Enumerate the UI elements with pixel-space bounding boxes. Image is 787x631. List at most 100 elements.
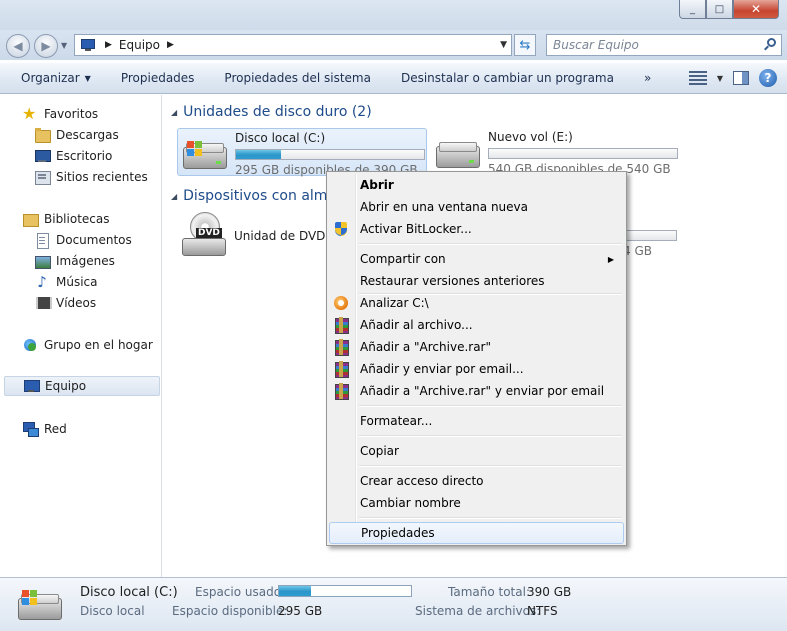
system-properties-button[interactable]: Propiedades del sistema xyxy=(209,62,386,94)
command-bar: Organizar ▼ Propiedades Propiedades del s… xyxy=(0,62,787,94)
drive-usage-bar xyxy=(235,149,425,160)
organize-button[interactable]: Organizar ▼ xyxy=(0,62,106,94)
menu-item-add-rar-and-email[interactable]: Añadir a "Archive.rar" y enviar por emai… xyxy=(329,380,624,402)
menu-item-properties[interactable]: Propiedades xyxy=(329,522,624,544)
close-button[interactable]: ✕ xyxy=(733,0,779,19)
uninstall-program-button[interactable]: Desinstalar o cambiar un programa xyxy=(386,62,629,94)
sidebar-item-recent[interactable]: Sitios recientes xyxy=(34,167,148,187)
breadcrumb-arrow-icon[interactable]: ▶ xyxy=(167,40,174,50)
preview-pane-icon[interactable] xyxy=(733,71,749,85)
menu-item-scan[interactable]: Analizar C:\ xyxy=(329,292,624,314)
sidebar-item-videos[interactable]: Vídeos xyxy=(34,293,96,313)
shield-icon xyxy=(333,221,349,237)
menu-item-label: Abrir en una ventana nueva xyxy=(360,200,528,214)
collapse-triangle-icon[interactable]: ◢ xyxy=(171,192,177,201)
hard-drive-icon xyxy=(183,141,227,171)
winrar-icon xyxy=(333,361,349,378)
menu-item-label: Compartir con xyxy=(360,252,446,266)
homegroup-icon xyxy=(22,337,38,353)
menu-item-bitlocker[interactable]: Activar BitLocker... xyxy=(329,218,624,240)
menu-item-label: Analizar C:\ xyxy=(360,296,429,310)
refresh-icon: ⇆ xyxy=(519,37,531,53)
search-box[interactable] xyxy=(546,34,782,56)
sidebar-item-libraries[interactable]: Bibliotecas xyxy=(22,209,109,229)
sidebar-item-label: Imágenes xyxy=(56,254,115,268)
menu-item-label: Abrir xyxy=(360,178,394,192)
recent-pages-dropdown[interactable]: ▼ xyxy=(61,41,67,50)
menu-item-format[interactable]: Formatear... xyxy=(329,410,624,432)
search-input[interactable] xyxy=(553,38,753,52)
sidebar-item-music[interactable]: ♪ Música xyxy=(34,272,98,292)
sidebar-item-network[interactable]: Red xyxy=(22,419,67,439)
properties-button[interactable]: Propiedades xyxy=(106,62,210,94)
breadcrumb-equipo[interactable]: Equipo xyxy=(119,38,160,52)
winrar-icon xyxy=(333,317,349,334)
sidebar-item-label: Sitios recientes xyxy=(56,170,148,184)
minimize-button[interactable]: _ xyxy=(679,0,706,19)
sidebar-item-favorites[interactable]: ★ Favoritos xyxy=(22,104,98,124)
video-icon xyxy=(34,295,52,311)
menu-item-add-to-rar[interactable]: Añadir a "Archive.rar" xyxy=(329,336,624,358)
view-dropdown-icon[interactable]: ▼ xyxy=(717,74,723,83)
details-pane: Disco local (C:) Disco local Espacio usa… xyxy=(0,577,787,631)
menu-item-label: Añadir y enviar por email... xyxy=(360,362,524,376)
drive-tile-e[interactable]: Nuevo vol (E:) 540 GB disponibles de 540… xyxy=(431,128,681,176)
free-space-label: Espacio disponible: xyxy=(172,604,288,618)
menu-item-copy[interactable]: Copiar xyxy=(329,440,624,462)
details-drive-name: Disco local (C:) xyxy=(80,585,178,600)
breadcrumb: ▶ Equipo ▶ xyxy=(105,38,174,52)
menu-item-add-to-archive[interactable]: Añadir al archivo... xyxy=(329,314,624,336)
menu-item-open[interactable]: Abrir xyxy=(329,174,624,196)
address-dropdown-icon[interactable]: ▼ xyxy=(500,40,507,50)
used-space-bar xyxy=(278,585,412,597)
address-bar[interactable]: ▶ Equipo ▶ ▼ xyxy=(74,34,512,56)
computer-icon xyxy=(81,39,97,51)
menu-separator xyxy=(359,243,622,245)
sidebar-item-desktop[interactable]: Escritorio xyxy=(34,146,112,166)
window-controls: _ □ ✕ xyxy=(679,0,779,19)
desktop-icon xyxy=(34,148,51,164)
menu-item-rename[interactable]: Cambiar nombre xyxy=(329,492,624,514)
hard-drive-icon xyxy=(436,140,480,170)
forward-button[interactable]: ▶ xyxy=(34,34,58,58)
total-size-label: Tamaño total: xyxy=(448,585,530,599)
sidebar-item-label: Vídeos xyxy=(56,296,97,310)
drive-usage-bar xyxy=(623,230,677,241)
menu-item-open-new-window[interactable]: Abrir en una ventana nueva xyxy=(329,196,624,218)
sidebar-item-downloads[interactable]: Descargas xyxy=(34,125,119,145)
menu-item-label: Añadir a "Archive.rar" xyxy=(360,340,492,354)
collapse-triangle-icon[interactable]: ◢ xyxy=(171,108,177,117)
group-title: Dispositivos con alma xyxy=(183,188,337,204)
windows-logo-icon xyxy=(187,141,203,157)
refresh-button[interactable]: ⇆ xyxy=(514,34,536,56)
forward-arrow-icon: ▶ xyxy=(41,39,51,53)
drive-tile-c[interactable]: Disco local (C:) 295 GB disponibles de 3… xyxy=(177,128,427,177)
organize-label: Organizar xyxy=(21,71,80,85)
menu-item-create-shortcut[interactable]: Crear acceso directo xyxy=(329,470,624,492)
more-commands-button[interactable]: » xyxy=(629,62,666,94)
group-header-hard-drives[interactable]: ◢ Unidades de disco duro (2) xyxy=(171,104,372,120)
group-header-removable[interactable]: ◢ Dispositivos con alma xyxy=(171,188,336,204)
menu-item-add-and-email[interactable]: Añadir y enviar por email... xyxy=(329,358,624,380)
group-title: Unidades de disco duro (2) xyxy=(183,104,372,120)
menu-item-share-with[interactable]: Compartir con ▶ xyxy=(329,248,624,270)
details-drive-type: Disco local xyxy=(80,604,145,618)
maximize-button[interactable]: □ xyxy=(706,0,733,19)
sidebar-item-computer[interactable]: Equipo xyxy=(4,376,160,396)
menu-separator xyxy=(359,405,622,407)
sidebar-item-homegroup[interactable]: Grupo en el hogar xyxy=(22,335,153,355)
change-view-icon[interactable] xyxy=(688,71,707,85)
sidebar-item-documents[interactable]: Documentos xyxy=(34,230,132,250)
sidebar-item-label: Música xyxy=(56,275,98,289)
file-system-value: NTFS xyxy=(527,604,558,618)
recent-places-icon xyxy=(34,169,51,185)
help-icon[interactable]: ? xyxy=(759,69,777,87)
back-button[interactable]: ◀ xyxy=(6,34,30,58)
total-size-value: 390 GB xyxy=(527,585,572,599)
breadcrumb-arrow-icon[interactable]: ▶ xyxy=(105,40,112,50)
menu-item-restore-versions[interactable]: Restaurar versiones anteriores xyxy=(329,270,624,292)
address-row: ◀ ▶ ▼ ▶ Equipo ▶ ▼ ⇆ xyxy=(0,30,787,60)
sidebar-item-images[interactable]: Imágenes xyxy=(34,251,115,271)
dvd-drive-icon: DVD xyxy=(182,212,226,258)
search-icon[interactable] xyxy=(763,38,777,52)
